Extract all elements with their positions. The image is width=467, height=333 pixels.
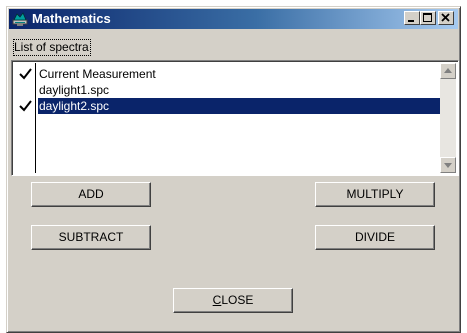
scroll-up-button[interactable]	[440, 63, 456, 79]
minimize-icon	[408, 20, 414, 22]
list-rows: Current Measurement daylight1.spc daylig…	[14, 66, 440, 114]
maximize-button[interactable]	[420, 11, 436, 25]
maximize-icon	[423, 13, 432, 22]
list-item[interactable]: Current Measurement	[14, 66, 440, 82]
list-item-selected[interactable]: daylight2.spc	[14, 98, 440, 114]
list-caption: List of spectra	[13, 39, 91, 56]
window-title: Mathematics	[32, 11, 111, 26]
scroll-down-button[interactable]	[440, 157, 456, 173]
title-bar[interactable]: Mathematics	[9, 9, 458, 29]
divide-button[interactable]: DIVIDE	[315, 225, 435, 250]
add-button[interactable]: ADD	[31, 182, 151, 207]
close-window-button[interactable]	[438, 11, 454, 25]
subtract-button[interactable]: SUBTRACT	[31, 225, 151, 250]
checkmark-icon	[19, 100, 32, 112]
close-icon	[441, 13, 450, 22]
focus-rectangle	[13, 39, 91, 56]
checkmark-icon	[19, 68, 32, 80]
minimize-button[interactable]	[404, 11, 420, 25]
app-icon	[12, 12, 28, 26]
list-item-label: Current Measurement	[39, 67, 156, 81]
close-button[interactable]: CLOSE	[173, 288, 293, 313]
list-item-label: daylight2.spc	[38, 98, 440, 114]
list-item-label: daylight1.spc	[39, 83, 110, 97]
spectra-listbox[interactable]: Current Measurement daylight1.spc daylig…	[11, 60, 459, 176]
close-label-rest: LOSE	[221, 293, 254, 307]
multiply-button[interactable]: MULTIPLY	[315, 182, 435, 207]
vertical-scrollbar[interactable]	[440, 63, 456, 173]
list-item[interactable]: daylight1.spc	[14, 82, 440, 98]
arrow-up-icon	[444, 68, 452, 73]
arrow-down-icon	[444, 163, 452, 168]
